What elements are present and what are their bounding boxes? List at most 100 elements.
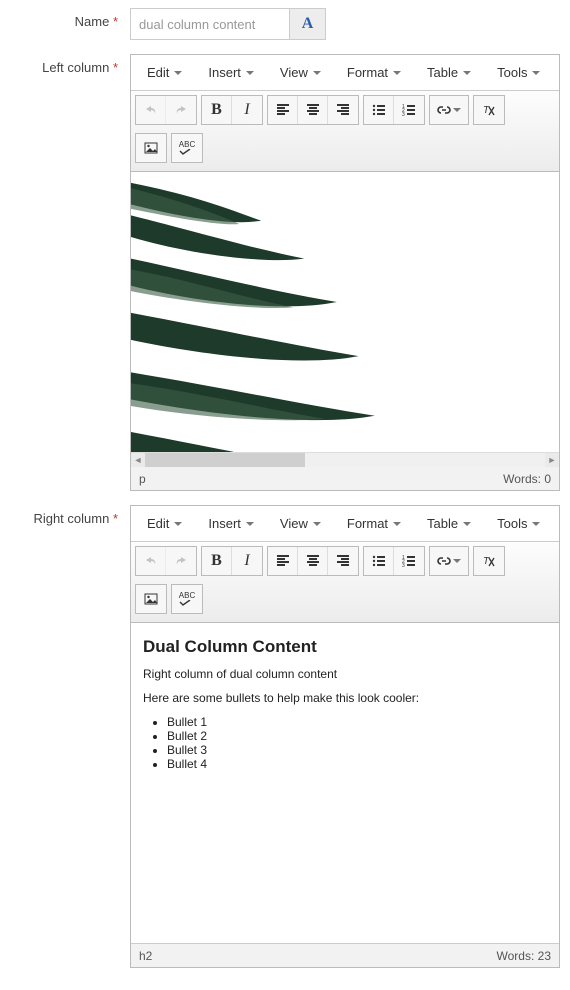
horizontal-scrollbar[interactable]: ◄ ► [131,452,559,466]
editor-toolbar: B I 123 T [131,91,559,172]
editor-toolbar: B I 123 T [131,542,559,623]
menu-table[interactable]: Table [419,510,479,537]
remove-format-button[interactable]: T [474,547,504,575]
right-column-label: Right column * [10,505,130,526]
spellcheck-button[interactable]: ABC [172,134,202,162]
menu-insert[interactable]: Insert [200,59,262,86]
scroll-right-icon: ► [545,453,559,467]
italic-icon: I [244,101,249,119]
align-left-button[interactable] [268,96,298,124]
bold-button[interactable]: B [202,547,232,575]
numbered-list-button[interactable]: 123 [394,547,424,575]
content-heading: Dual Column Content [143,637,547,657]
chevron-down-icon [532,71,540,75]
menu-table[interactable]: Table [419,59,479,86]
tree-image [131,172,391,452]
redo-icon [174,103,188,117]
spellcheck-icon: ABC [179,592,195,600]
numbered-list-icon: 123 [402,103,416,117]
right-column-editor: Edit Insert View Format Table Tools B I [130,505,560,968]
align-left-icon [276,103,290,117]
align-center-icon [306,554,320,568]
bold-icon: B [211,552,222,570]
menu-edit[interactable]: Edit [139,59,190,86]
list-item: Bullet 2 [167,729,547,743]
editor-menubar: Edit Insert View Format Table Tools [131,55,559,91]
align-center-icon [306,103,320,117]
right-column-field-row: Right column * Edit Insert View Format T… [10,505,560,968]
link-button[interactable] [430,547,468,575]
align-center-button[interactable] [298,96,328,124]
remove-format-button[interactable]: T [474,96,504,124]
name-input[interactable] [130,8,290,40]
redo-button[interactable] [166,96,196,124]
chevron-down-icon [174,522,182,526]
numbered-list-icon: 123 [402,554,416,568]
align-left-icon [276,554,290,568]
list-item: Bullet 3 [167,743,547,757]
bullet-list-icon [372,554,386,568]
required-mark: * [113,60,118,75]
bullet-list-button[interactable] [364,547,394,575]
svg-text:3: 3 [402,563,405,568]
chevron-down-icon [463,522,471,526]
chevron-down-icon [174,71,182,75]
left-column-label: Left column * [10,54,130,75]
redo-button[interactable] [166,547,196,575]
chevron-down-icon [393,71,401,75]
chevron-down-icon [393,522,401,526]
menu-tools[interactable]: Tools [489,59,548,86]
left-editor-content[interactable] [131,172,559,452]
content-paragraph: Here are some bullets to help make this … [143,691,547,705]
status-word-count: Words: 0 [503,472,551,486]
name-field-row: Name * A [10,8,560,40]
chevron-down-icon [313,71,321,75]
bullet-list-button[interactable] [364,96,394,124]
name-label: Name * [10,8,130,29]
scroll-left-icon: ◄ [131,453,145,467]
italic-button[interactable]: I [232,96,262,124]
required-mark: * [113,14,118,29]
menu-tools[interactable]: Tools [489,510,548,537]
menu-view[interactable]: View [272,59,329,86]
list-item: Bullet 1 [167,715,547,729]
undo-icon [144,103,158,117]
numbered-list-button[interactable]: 123 [394,96,424,124]
menu-insert[interactable]: Insert [200,510,262,537]
align-left-button[interactable] [268,547,298,575]
required-mark: * [113,511,118,526]
align-right-button[interactable] [328,547,358,575]
image-button[interactable] [136,134,166,162]
menu-edit[interactable]: Edit [139,510,190,537]
menu-format[interactable]: Format [339,510,409,537]
left-column-field-row: Left column * Edit Insert View Format Ta… [10,54,560,491]
undo-button[interactable] [136,547,166,575]
bullet-list-icon [372,103,386,117]
italic-button[interactable]: I [232,547,262,575]
spellcheck-button[interactable]: ABC [172,585,202,613]
undo-button[interactable] [136,96,166,124]
italic-icon: I [244,552,249,570]
menu-view[interactable]: View [272,510,329,537]
chevron-down-icon [246,71,254,75]
status-element-path: p [139,472,146,486]
align-right-button[interactable] [328,96,358,124]
svg-text:3: 3 [402,112,405,117]
image-button[interactable] [136,585,166,613]
bold-icon: B [211,101,222,119]
menu-format[interactable]: Format [339,59,409,86]
undo-icon [144,554,158,568]
align-center-button[interactable] [298,547,328,575]
align-right-icon [336,103,350,117]
image-icon [144,141,158,155]
link-button[interactable] [430,96,468,124]
chevron-down-icon [453,559,461,563]
locale-button[interactable]: A [290,8,326,40]
bold-button[interactable]: B [202,96,232,124]
list-item: Bullet 4 [167,757,547,771]
image-icon [144,592,158,606]
right-editor-content[interactable]: Dual Column Content Right column of dual… [131,623,559,943]
link-icon [437,103,451,117]
link-icon [437,554,451,568]
editor-status-bar: h2 Words: 23 [131,943,559,967]
